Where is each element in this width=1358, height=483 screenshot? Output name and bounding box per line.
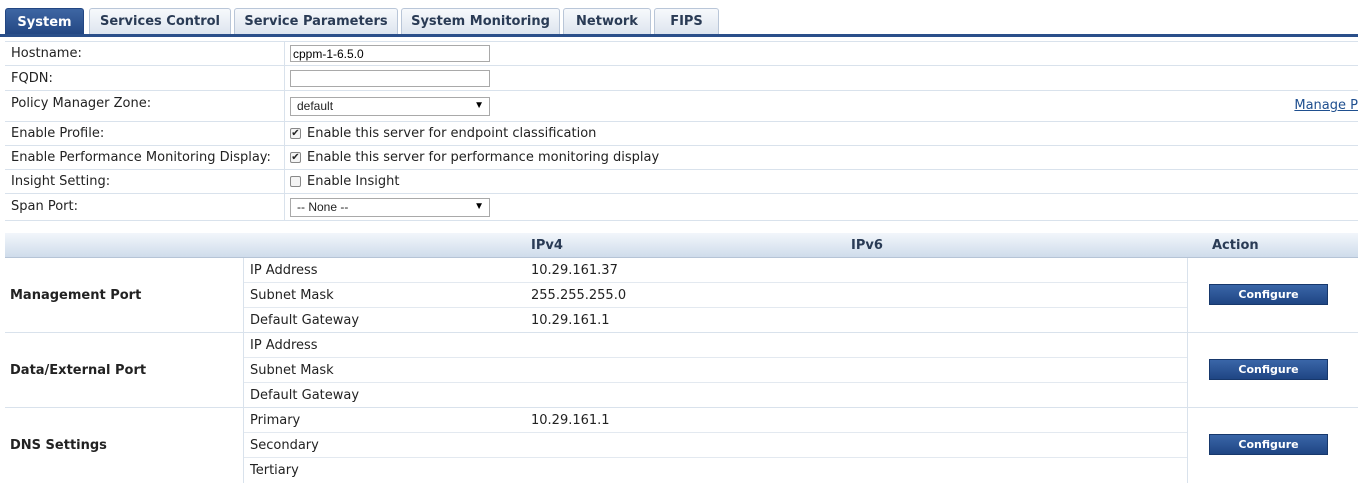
row-label: IP Address xyxy=(250,263,318,278)
fqdn-input[interactable] xyxy=(290,69,490,87)
span-port-label: Span Port: xyxy=(5,194,285,220)
management-port-group: Management Port IP Address 10.29.161.37 … xyxy=(5,258,1358,333)
manage-zones-link[interactable]: Manage P xyxy=(1294,98,1358,113)
row-ipv4: 10.29.161.1 xyxy=(531,313,610,328)
check-icon: ✔ xyxy=(291,152,300,163)
row-ipv4: 10.29.161.1 xyxy=(531,413,610,428)
tab-underline xyxy=(0,34,1358,37)
performance-checkbox-text: Enable this server for performance monit… xyxy=(307,150,660,165)
zone-select[interactable]: default ▼ xyxy=(290,96,490,116)
table-row: Default Gateway xyxy=(244,383,1187,408)
insight-label: Insight Setting: xyxy=(5,170,285,193)
table-header: IPv4 IPv6 Action xyxy=(5,233,1358,258)
group-name: DNS Settings xyxy=(5,408,244,483)
insight-row: Insight Setting: Enable Insight xyxy=(5,170,1358,194)
performance-checkbox[interactable]: ✔ xyxy=(290,152,301,163)
group-name: Data/External Port xyxy=(5,333,244,407)
action-cell: Configure xyxy=(1187,408,1358,483)
table-row: Secondary xyxy=(244,433,1187,458)
insight-checkbox[interactable] xyxy=(290,176,301,187)
table-row: IP Address 10.29.161.37 xyxy=(244,258,1187,283)
row-label: Subnet Mask xyxy=(250,363,334,378)
configure-management-port-button[interactable]: Configure xyxy=(1209,284,1328,305)
profile-label: Enable Profile: xyxy=(5,122,285,145)
table-row: Primary 10.29.161.1 xyxy=(244,408,1187,433)
table-row: Tertiary xyxy=(244,458,1187,483)
row-label: Tertiary xyxy=(250,463,299,478)
action-cell: Configure xyxy=(1187,258,1358,332)
header-action: Action xyxy=(1212,237,1259,253)
header-ipv4: IPv4 xyxy=(531,237,563,253)
tab-services-control[interactable]: Services Control xyxy=(89,8,231,34)
tab-fips[interactable]: FIPS xyxy=(654,8,719,34)
insight-checkbox-text: Enable Insight xyxy=(307,174,400,189)
dns-settings-group: DNS Settings Primary 10.29.161.1 Seconda… xyxy=(5,408,1358,483)
action-cell: Configure xyxy=(1187,333,1358,407)
tab-service-parameters[interactable]: Service Parameters xyxy=(234,8,398,34)
group-name: Management Port xyxy=(5,258,244,332)
zone-label: Policy Manager Zone: xyxy=(5,91,285,121)
configure-data-port-button[interactable]: Configure xyxy=(1209,359,1328,380)
row-ipv4: 255.255.255.0 xyxy=(531,288,627,303)
row-label: Secondary xyxy=(250,438,319,453)
row-label: Subnet Mask xyxy=(250,288,334,303)
profile-row: Enable Profile: ✔ Enable this server for… xyxy=(5,122,1358,146)
hostname-input[interactable] xyxy=(290,45,490,62)
row-label: IP Address xyxy=(250,338,318,353)
tab-bar: System Services Control Service Paramete… xyxy=(0,0,1358,37)
hostname-row: Hostname: xyxy=(5,42,1358,66)
span-port-select[interactable]: -- None -- ▼ xyxy=(290,197,490,217)
row-label: Primary xyxy=(250,413,301,428)
tab-system-monitoring[interactable]: System Monitoring xyxy=(401,8,560,34)
table-row: Subnet Mask xyxy=(244,358,1187,383)
row-label: Default Gateway xyxy=(250,313,360,328)
row-label: Default Gateway xyxy=(250,388,360,403)
performance-row: Enable Performance Monitoring Display: ✔… xyxy=(5,146,1358,170)
system-settings-form: Hostname: FQDN: Policy Manager Zone: def… xyxy=(5,41,1358,221)
performance-label: Enable Performance Monitoring Display: xyxy=(5,146,285,169)
network-ports-table: IPv4 IPv6 Action Management Port IP Addr… xyxy=(5,233,1358,483)
chevron-down-icon: ▼ xyxy=(474,200,484,212)
profile-checkbox[interactable]: ✔ xyxy=(290,128,301,139)
span-port-row: Span Port: -- None -- ▼ xyxy=(5,194,1358,221)
span-port-select-value: -- None -- xyxy=(297,200,349,214)
table-row: Subnet Mask 255.255.255.0 xyxy=(244,283,1187,308)
zone-row: Policy Manager Zone: default ▼ Manage P xyxy=(5,91,1358,122)
table-row: IP Address xyxy=(244,333,1187,358)
zone-select-value: default xyxy=(297,99,334,113)
tab-network[interactable]: Network xyxy=(563,8,651,34)
fqdn-row: FQDN: xyxy=(5,66,1358,91)
header-ipv6: IPv6 xyxy=(851,237,883,253)
chevron-down-icon: ▼ xyxy=(474,99,484,111)
tab-system[interactable]: System xyxy=(5,8,84,35)
table-row: Default Gateway 10.29.161.1 xyxy=(244,308,1187,333)
hostname-label: Hostname: xyxy=(5,42,285,65)
row-ipv4: 10.29.161.37 xyxy=(531,263,618,278)
fqdn-label: FQDN: xyxy=(5,66,285,90)
configure-dns-button[interactable]: Configure xyxy=(1209,434,1328,455)
check-icon: ✔ xyxy=(291,128,300,139)
profile-checkbox-text: Enable this server for endpoint classifi… xyxy=(307,126,597,141)
data-external-port-group: Data/External Port IP Address Subnet Mas… xyxy=(5,333,1358,408)
